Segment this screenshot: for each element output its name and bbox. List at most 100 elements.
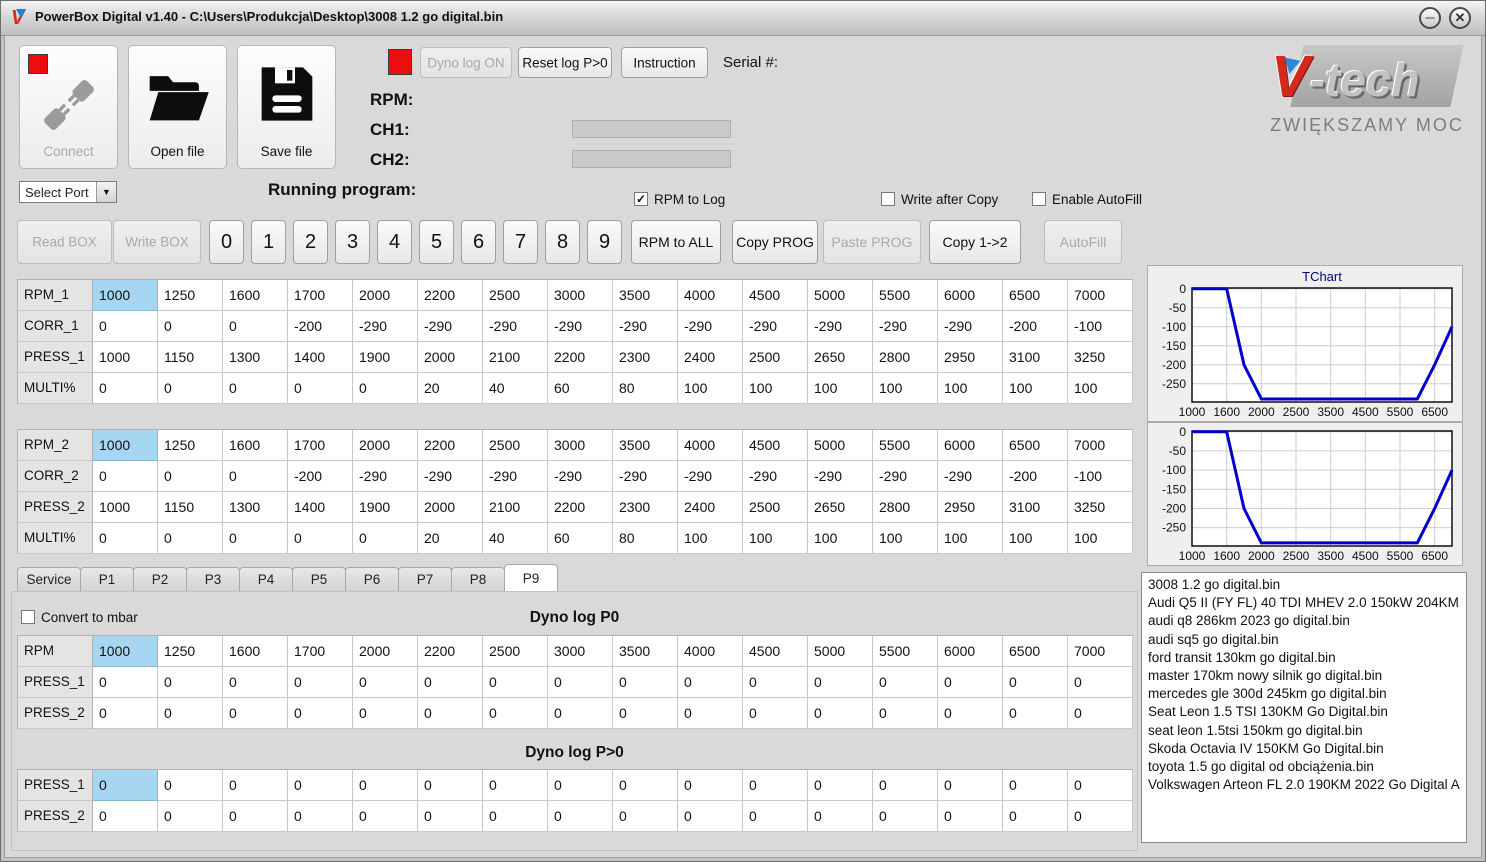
program-digit-button[interactable]: 0 xyxy=(209,220,244,264)
table-cell[interactable]: 2800 xyxy=(873,492,938,523)
table-cell[interactable]: 60 xyxy=(548,523,613,554)
table-cell[interactable]: 2650 xyxy=(808,492,873,523)
table-cell[interactable]: -290 xyxy=(743,311,808,342)
file-list-item[interactable]: seat leon 1.5tsi 150km go digital.bin xyxy=(1148,722,1460,740)
table-cell[interactable]: 5500 xyxy=(873,636,938,667)
table-cell[interactable]: 1900 xyxy=(353,342,418,373)
table-cell[interactable]: 0 xyxy=(288,373,353,404)
table-cell[interactable]: -290 xyxy=(808,311,873,342)
table-cell[interactable]: 2000 xyxy=(418,342,483,373)
file-list-item[interactable]: Audi Q5 II (FY FL) 40 TDI MHEV 2.0 150kW… xyxy=(1148,594,1460,612)
table-cell[interactable]: 1150 xyxy=(158,342,223,373)
file-list-item[interactable]: Seat Leon 1.5 TSI 130KM Go Digital.bin xyxy=(1148,703,1460,721)
table-cell[interactable]: 100 xyxy=(873,373,938,404)
table-cell[interactable]: 2200 xyxy=(418,430,483,461)
program-digit-button[interactable]: 3 xyxy=(335,220,370,264)
table-cell[interactable]: 0 xyxy=(418,667,483,698)
table-cell[interactable]: 0 xyxy=(223,667,288,698)
table-cell[interactable]: 2000 xyxy=(353,430,418,461)
table-cell[interactable]: 2500 xyxy=(483,280,548,311)
file-list-item[interactable]: mercedes gle 300d 245km go digital.bin xyxy=(1148,685,1460,703)
table-cell[interactable]: 0 xyxy=(93,461,158,492)
table-cell[interactable]: 0 xyxy=(1068,770,1133,801)
table-cell[interactable]: 1250 xyxy=(158,636,223,667)
table-cell[interactable]: 7000 xyxy=(1068,636,1133,667)
table-cell[interactable]: 2200 xyxy=(548,492,613,523)
table-cell[interactable]: 2100 xyxy=(483,342,548,373)
table-cell[interactable]: 1000 xyxy=(93,280,158,311)
table-cell[interactable]: 0 xyxy=(548,667,613,698)
table-cell[interactable]: 0 xyxy=(808,667,873,698)
table-cell[interactable]: 1000 xyxy=(93,492,158,523)
table-cell[interactable]: 5000 xyxy=(808,280,873,311)
checkbox-box[interactable] xyxy=(21,610,35,624)
table-cell[interactable]: 0 xyxy=(483,667,548,698)
table-cell[interactable]: -200 xyxy=(1003,461,1068,492)
tab[interactable]: P2 xyxy=(133,567,187,591)
tab[interactable]: Service xyxy=(17,567,81,591)
table-cell[interactable]: 3100 xyxy=(1003,492,1068,523)
table-cell[interactable]: 1600 xyxy=(223,280,288,311)
table-cell[interactable]: 0 xyxy=(1003,770,1068,801)
table-cell[interactable]: 2300 xyxy=(613,492,678,523)
table-cell[interactable]: 40 xyxy=(483,373,548,404)
table-cell[interactable]: -290 xyxy=(418,311,483,342)
table-cell[interactable]: 0 xyxy=(678,801,743,832)
file-list-item[interactable]: Skoda Octavia IV 150KM Go Digital.bin xyxy=(1148,740,1460,758)
autofill-button[interactable]: AutoFill xyxy=(1044,220,1122,264)
table-cell[interactable]: 3500 xyxy=(613,636,678,667)
table-cell[interactable]: 100 xyxy=(938,523,1003,554)
table-cell[interactable]: 6000 xyxy=(938,636,1003,667)
table-cell[interactable]: -290 xyxy=(678,311,743,342)
table-cell[interactable]: 0 xyxy=(548,770,613,801)
table-cell[interactable]: 0 xyxy=(158,461,223,492)
tab[interactable]: P5 xyxy=(292,567,346,591)
table-cell[interactable]: -200 xyxy=(288,311,353,342)
table-cell[interactable]: 2200 xyxy=(418,280,483,311)
table-cell[interactable]: 0 xyxy=(223,461,288,492)
tab[interactable]: P1 xyxy=(80,567,134,591)
table-cell[interactable]: 1600 xyxy=(223,430,288,461)
program-digit-button[interactable]: 6 xyxy=(461,220,496,264)
table-cell[interactable]: 2400 xyxy=(678,342,743,373)
checkbox-box[interactable] xyxy=(881,192,895,206)
tab[interactable]: P4 xyxy=(239,567,293,591)
table-cell[interactable]: 0 xyxy=(223,373,288,404)
table-cell[interactable]: 0 xyxy=(418,770,483,801)
table-cell[interactable]: 0 xyxy=(938,770,1003,801)
table-cell[interactable]: 0 xyxy=(743,698,808,729)
table-cell[interactable]: 0 xyxy=(873,770,938,801)
table-cell[interactable]: 0 xyxy=(548,698,613,729)
table-cell[interactable]: 6500 xyxy=(1003,430,1068,461)
table-cell[interactable]: 100 xyxy=(873,523,938,554)
table-cell[interactable]: 0 xyxy=(613,801,678,832)
table-cell[interactable]: 0 xyxy=(93,801,158,832)
table-cell[interactable]: 1150 xyxy=(158,492,223,523)
table-cell[interactable]: 100 xyxy=(808,523,873,554)
table-cell[interactable]: 80 xyxy=(613,373,678,404)
table-cell[interactable]: 1000 xyxy=(93,342,158,373)
table-cell[interactable]: -290 xyxy=(548,311,613,342)
table-cell[interactable]: 3500 xyxy=(613,430,678,461)
table-cell[interactable]: 0 xyxy=(743,770,808,801)
program-digit-button[interactable]: 8 xyxy=(545,220,580,264)
table-cell[interactable]: 0 xyxy=(353,667,418,698)
checkbox-box[interactable]: ✓ xyxy=(634,192,648,206)
file-list-item[interactable]: audi q8 286km 2023 go digital.bin xyxy=(1148,612,1460,630)
table-cell[interactable]: 0 xyxy=(808,770,873,801)
table-cell[interactable]: -100 xyxy=(1068,461,1133,492)
paste-prog-button[interactable]: Paste PROG xyxy=(823,220,921,264)
read-box-button[interactable]: Read BOX xyxy=(17,220,112,264)
table-cell[interactable]: 0 xyxy=(1003,667,1068,698)
table-cell[interactable]: 0 xyxy=(353,698,418,729)
instruction-button[interactable]: Instruction xyxy=(621,47,708,78)
table-cell[interactable]: 0 xyxy=(873,698,938,729)
table-cell[interactable]: 2000 xyxy=(353,280,418,311)
table-cell[interactable]: 2800 xyxy=(873,342,938,373)
table-cell[interactable]: 2300 xyxy=(613,342,678,373)
program-digit-button[interactable]: 4 xyxy=(377,220,412,264)
table-cell[interactable]: -290 xyxy=(743,461,808,492)
table-cell[interactable]: 0 xyxy=(1068,667,1133,698)
table-cell[interactable]: 1300 xyxy=(223,492,288,523)
table-cell[interactable]: 7000 xyxy=(1068,430,1133,461)
